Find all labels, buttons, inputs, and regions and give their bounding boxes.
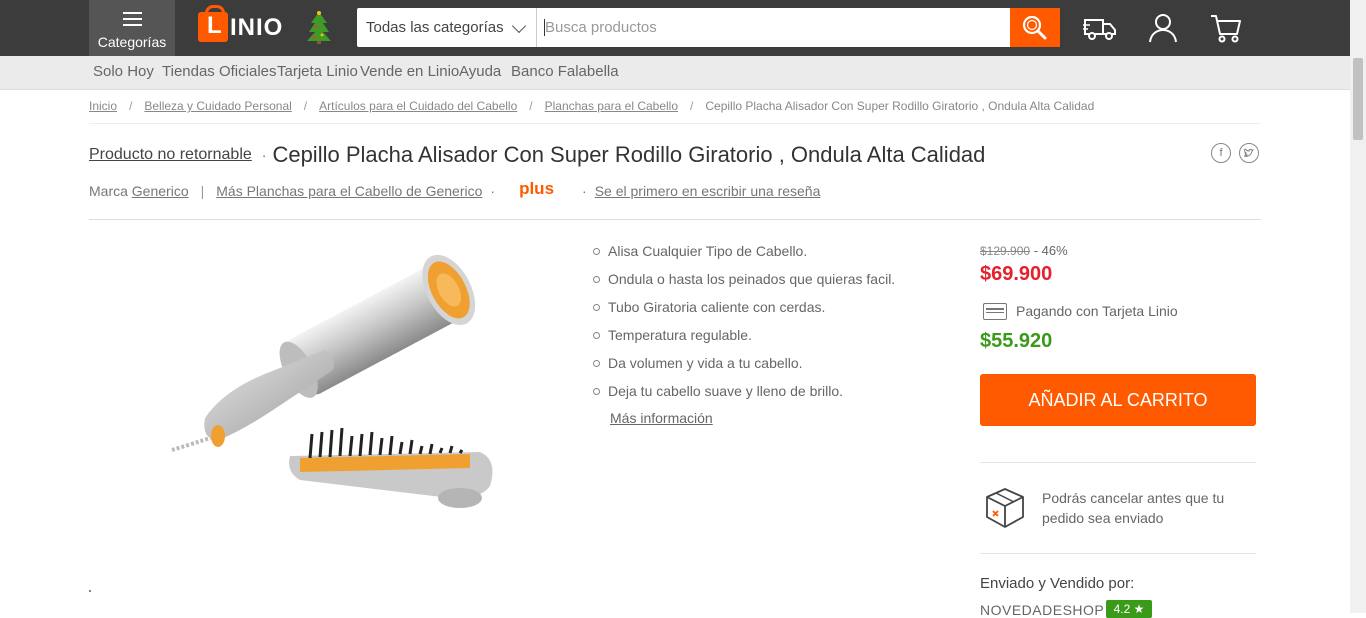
- subnav-tiendas-oficiales[interactable]: Tiendas Oficiales: [162, 63, 277, 80]
- plus-badge: plus: [519, 179, 555, 198]
- search-input[interactable]: [545, 13, 1005, 41]
- feature-item: Ondula o hasta los peinados que quieras …: [593, 268, 895, 296]
- divider: [980, 553, 1256, 554]
- sold-by-label: Enviado y Vendido por:: [980, 575, 1135, 592]
- subnav-vende-en-linio[interactable]: Vende en Linio: [360, 63, 459, 80]
- cancel-order-note: Podrás cancelar antes que tu pedido sea …: [1042, 490, 1225, 526]
- sub-navigation: Solo Hoy Tiendas Oficiales Tarjeta Linio…: [0, 56, 1350, 90]
- feature-item: Deja tu cabello suave y lleno de brillo.: [593, 380, 895, 408]
- seller-rating-badge: 4.2 ★: [1106, 600, 1152, 618]
- breadcrumb: Inicio / Belleza y Cuidado Personal / Artícu…: [89, 99, 1095, 113]
- subnav-ayuda[interactable]: Ayuda: [459, 63, 501, 80]
- subnav-banco-falabella[interactable]: Banco Falabella: [511, 63, 619, 80]
- cart-icon[interactable]: [1209, 12, 1243, 44]
- current-price: $69.900: [980, 263, 1053, 285]
- facebook-share-icon[interactable]: f: [1211, 143, 1231, 163]
- breadcrumb-inicio[interactable]: Inicio: [89, 99, 117, 113]
- scrollbar-thumb[interactable]: [1353, 58, 1363, 140]
- credit-card-icon: [983, 303, 1007, 320]
- cancel-order-box-icon: [986, 488, 1024, 528]
- divider: [89, 123, 1261, 124]
- categories-label: Categorías: [97, 34, 167, 50]
- categories-button[interactable]: Categorías: [89, 0, 175, 56]
- subnav-tarjeta-linio[interactable]: Tarjeta Linio: [277, 63, 358, 80]
- seller-name[interactable]: NOVEDADESHOP: [980, 602, 1104, 618]
- linio-logo[interactable]: L INIO: [198, 5, 338, 46]
- search-category-value: Todas las categorías: [366, 19, 504, 36]
- breadcrumb-planchas[interactable]: Planchas para el Cabello: [545, 99, 678, 113]
- search-button[interactable]: [1010, 8, 1060, 47]
- add-to-cart-button[interactable]: AÑADIR AL CARRITO: [980, 374, 1256, 426]
- product-title-row: Producto no retornable · Cepillo Placha Al…: [89, 142, 986, 167]
- more-planchas-link[interactable]: Más Planchas para el Cabello de Generico: [216, 183, 482, 199]
- product-image[interactable]: [160, 236, 500, 576]
- feature-item: Alisa Cualquier Tipo de Cabello.: [593, 240, 895, 268]
- chevron-down-icon: [511, 18, 527, 34]
- brand-link[interactable]: Generico: [132, 183, 189, 199]
- more-info-link[interactable]: Más información: [610, 410, 713, 426]
- menu-icon: [123, 12, 142, 30]
- old-price-row: $129.900 - 46%: [980, 243, 1068, 258]
- feature-item: Da volumen y vida a tu cabello.: [593, 352, 895, 380]
- divider: [980, 462, 1256, 463]
- page-scrollbar[interactable]: [1350, 0, 1366, 613]
- breadcrumb-belleza[interactable]: Belleza y Cuidado Personal: [144, 99, 291, 113]
- search-bar: Todas las categorías: [357, 8, 1060, 47]
- search-icon: [1022, 15, 1047, 40]
- feature-item: Temperatura regulable.: [593, 324, 895, 352]
- user-icon[interactable]: [1146, 12, 1180, 44]
- product-meta: Marca Generico | Más Planchas para el Cabe…: [89, 179, 821, 199]
- card-price: $55.920: [980, 330, 1053, 352]
- top-bar: Categorías L INIO Todas las categorías: [0, 0, 1350, 56]
- non-returnable-link[interactable]: Producto no retornable: [89, 146, 252, 163]
- write-review-link[interactable]: Se el primero en escribir una reseña: [595, 183, 821, 199]
- christmas-tree-icon: [307, 11, 331, 44]
- breadcrumb-current: Cepillo Placha Alisador Con Super Rodill…: [705, 99, 1095, 113]
- breadcrumb-cuidado-cabello[interactable]: Artículos para el Cuidado del Cabello: [319, 99, 517, 113]
- feature-item: Tubo Giratoria caliente con cerdas.: [593, 296, 895, 324]
- divider: [89, 219, 1261, 220]
- search-category-select[interactable]: Todas las categorías: [357, 8, 537, 47]
- truck-icon[interactable]: [1083, 12, 1117, 44]
- linio-card-label: Pagando con Tarjeta Linio: [1016, 303, 1178, 319]
- twitter-share-icon[interactable]: [1239, 143, 1259, 163]
- discount-percent: - 46%: [1033, 243, 1068, 258]
- subnav-solo-hoy[interactable]: Solo Hoy: [93, 63, 154, 80]
- product-title: Cepillo Placha Alisador Con Super Rodill…: [272, 142, 986, 167]
- old-price: $129.900: [980, 244, 1031, 258]
- feature-list: Alisa Cualquier Tipo de Cabello. Ondula …: [593, 240, 895, 408]
